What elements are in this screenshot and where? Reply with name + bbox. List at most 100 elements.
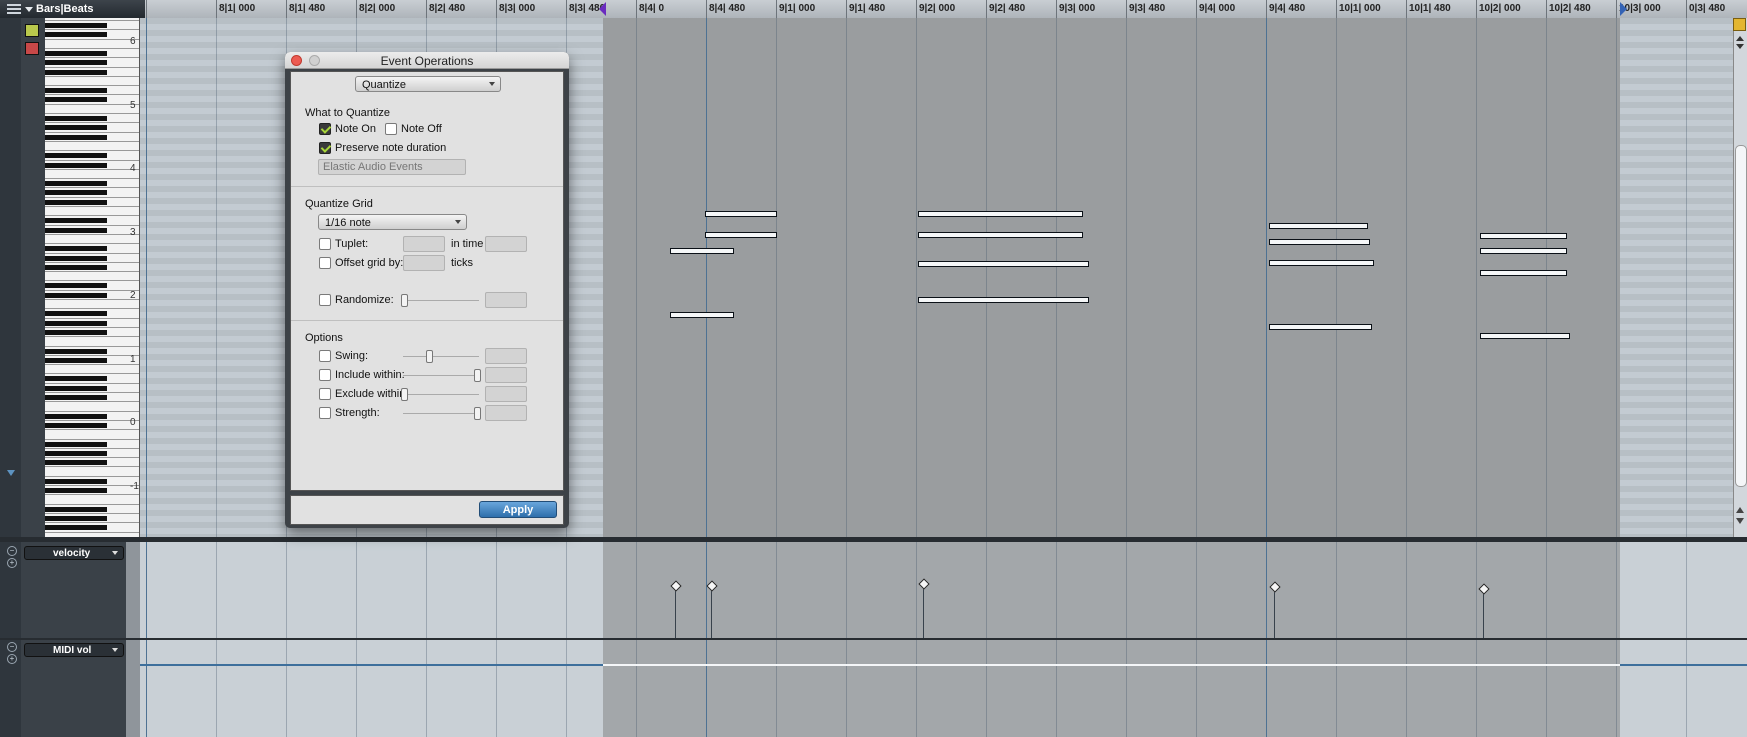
black-key[interactable] — [45, 413, 107, 419]
white-key[interactable] — [45, 345, 139, 347]
black-key[interactable] — [45, 199, 107, 205]
include-within-checkbox[interactable] — [319, 369, 331, 381]
black-key[interactable] — [45, 227, 107, 233]
black-key[interactable] — [45, 190, 107, 196]
strength-slider[interactable] — [403, 413, 479, 414]
collapse-lane-icon[interactable]: − — [7, 642, 17, 652]
grid-dropdown[interactable]: 1/16 note — [318, 214, 467, 230]
note-on-checkbox[interactable] — [319, 123, 331, 135]
white-key[interactable] — [45, 122, 139, 124]
exclude-within-field[interactable] — [485, 386, 527, 402]
white-key[interactable] — [45, 326, 139, 328]
white-key[interactable] — [45, 168, 139, 170]
midi-note[interactable] — [1480, 233, 1567, 239]
black-key[interactable] — [45, 218, 107, 224]
chevron-down-icon[interactable] — [25, 7, 33, 12]
randomize-field[interactable] — [485, 292, 527, 308]
collapse-lane-icon[interactable]: − — [7, 546, 17, 556]
velocity-lane[interactable] — [140, 542, 1747, 638]
white-key[interactable] — [45, 85, 139, 87]
operation-dropdown[interactable]: Quantize — [355, 76, 501, 92]
in-time-field[interactable] — [485, 236, 527, 252]
scroll-up-arrow-icon[interactable] — [1736, 507, 1744, 513]
white-key[interactable] — [45, 485, 139, 486]
black-key[interactable] — [45, 116, 107, 121]
midi-note[interactable] — [705, 232, 777, 238]
black-key[interactable] — [45, 385, 107, 391]
white-key[interactable] — [45, 410, 139, 412]
white-key[interactable] — [45, 457, 139, 459]
zoom-icon[interactable] — [1733, 18, 1746, 31]
black-key[interactable] — [45, 478, 107, 484]
black-key[interactable] — [45, 376, 107, 382]
midi-vol-lane[interactable] — [140, 640, 1747, 737]
midi-note[interactable] — [918, 261, 1089, 267]
white-key[interactable] — [45, 261, 139, 263]
white-key[interactable] — [45, 308, 139, 310]
white-key[interactable] — [45, 66, 139, 68]
white-key[interactable] — [45, 57, 139, 59]
black-key[interactable] — [45, 488, 107, 493]
white-key[interactable] — [45, 224, 139, 226]
exclude-within-checkbox[interactable] — [319, 388, 331, 400]
scrollbar-thumb[interactable] — [1735, 145, 1747, 487]
swing-field[interactable] — [485, 348, 527, 364]
midi-note[interactable] — [1269, 324, 1372, 330]
midi-vol-lane-selector[interactable]: MIDI vol — [24, 643, 124, 657]
black-key[interactable] — [45, 69, 107, 75]
white-key[interactable] — [45, 206, 139, 207]
tuplet-field[interactable] — [403, 236, 445, 252]
black-key[interactable] — [45, 515, 107, 521]
white-key[interactable] — [45, 466, 139, 468]
exclude-within-slider-knob[interactable] — [401, 388, 408, 401]
velocity-lane-selector[interactable]: velocity — [24, 546, 124, 560]
white-key[interactable] — [45, 150, 139, 152]
black-key[interactable] — [45, 525, 107, 531]
black-key[interactable] — [45, 460, 107, 466]
swing-slider-knob[interactable] — [426, 350, 433, 363]
swing-checkbox[interactable] — [319, 350, 331, 362]
black-key[interactable] — [45, 441, 107, 447]
midi-note[interactable] — [1480, 270, 1567, 276]
white-key[interactable] — [45, 233, 139, 235]
white-key[interactable] — [45, 429, 139, 431]
offset-grid-checkbox[interactable] — [319, 257, 331, 269]
black-key[interactable] — [45, 181, 107, 187]
white-key[interactable] — [45, 392, 139, 393]
black-key[interactable] — [45, 320, 107, 326]
white-key[interactable] — [45, 364, 139, 366]
white-key[interactable] — [45, 187, 139, 189]
white-key[interactable] — [45, 382, 139, 384]
offset-field[interactable] — [403, 255, 445, 271]
white-key[interactable] — [45, 503, 139, 505]
white-key[interactable] — [45, 131, 139, 133]
white-key[interactable] — [45, 178, 139, 180]
color-tool-icon[interactable] — [25, 24, 39, 37]
white-key[interactable] — [45, 252, 139, 254]
midi-note[interactable] — [1269, 260, 1374, 266]
black-key[interactable] — [45, 97, 107, 103]
black-key[interactable] — [45, 255, 107, 261]
white-key[interactable] — [45, 271, 139, 273]
white-key[interactable] — [45, 75, 139, 77]
white-key[interactable] — [45, 280, 139, 282]
randomize-checkbox[interactable] — [319, 294, 331, 306]
white-key[interactable] — [45, 354, 139, 356]
black-key[interactable] — [45, 88, 107, 94]
tuplet-checkbox[interactable] — [319, 238, 331, 250]
white-key[interactable] — [45, 475, 139, 477]
black-key[interactable] — [45, 283, 107, 289]
white-key[interactable] — [45, 159, 139, 161]
midi-note[interactable] — [918, 232, 1083, 238]
white-key[interactable] — [45, 373, 139, 375]
black-key[interactable] — [45, 60, 107, 66]
white-key[interactable] — [45, 103, 139, 105]
black-key[interactable] — [45, 246, 107, 252]
white-key[interactable] — [45, 243, 139, 245]
midi-note[interactable] — [1269, 239, 1370, 245]
strength-checkbox[interactable] — [319, 407, 331, 419]
black-key[interactable] — [45, 506, 107, 512]
midi-note[interactable] — [1480, 333, 1570, 339]
white-key[interactable] — [45, 522, 139, 524]
midi-note[interactable] — [670, 248, 734, 254]
